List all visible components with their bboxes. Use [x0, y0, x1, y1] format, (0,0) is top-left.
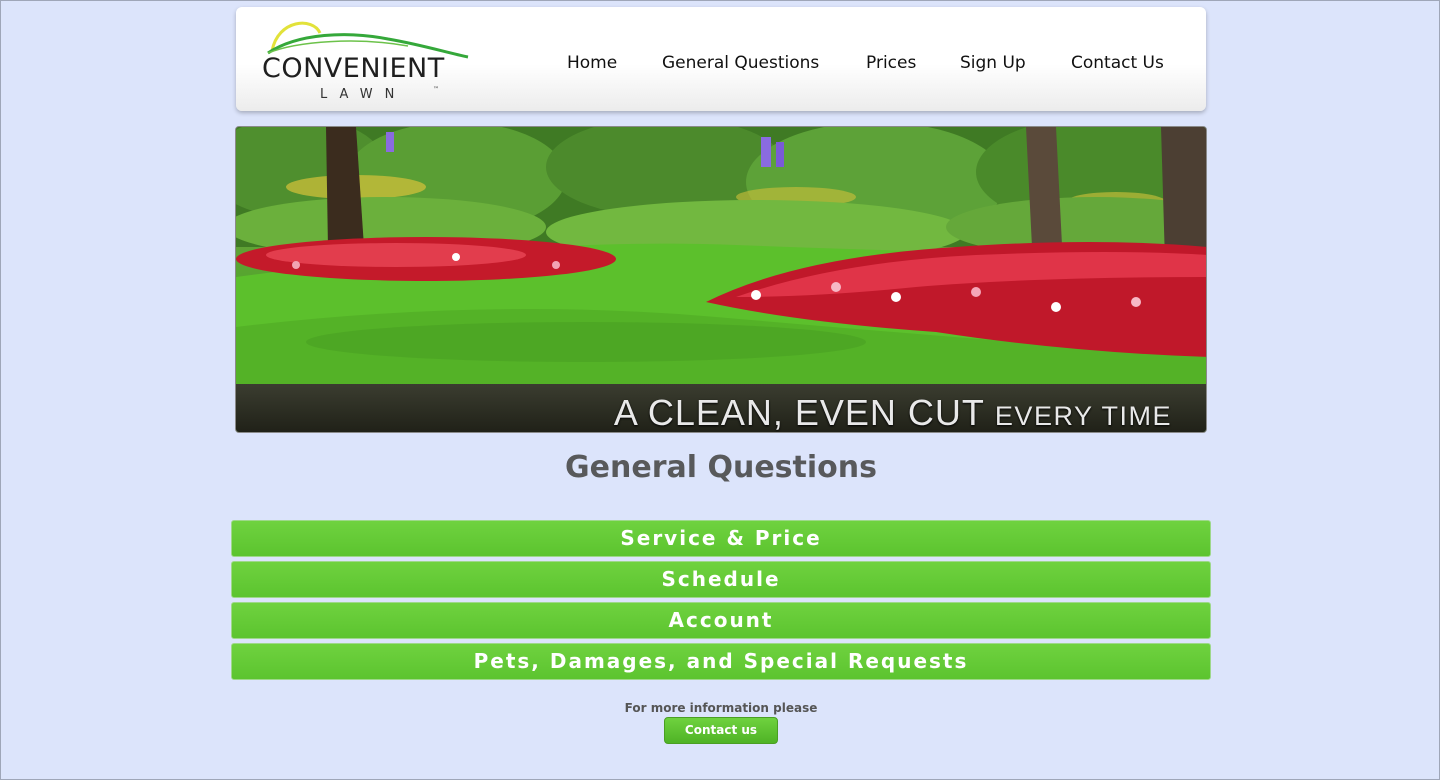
faq-section-service-price[interactable]: Service & Price [231, 520, 1211, 557]
faq-section-label: Pets, Damages, and Special Requests [473, 649, 969, 673]
faq-section-label: Account [668, 608, 774, 632]
page: CONVENIENT LAWN ™ Home General Questions… [0, 0, 1440, 780]
logo-subtitle: LAWN [320, 87, 407, 102]
faq-section-pets-damages-requests[interactable]: Pets, Damages, and Special Requests [231, 643, 1211, 680]
nav-sign-up[interactable]: Sign Up [960, 53, 1026, 73]
more-info-text: For more information please [624, 701, 818, 715]
nav-prices[interactable]: Prices [866, 53, 916, 73]
hero-tagline-tail: EVERY TIME [994, 401, 1172, 431]
faq-accordion: Service & Price Schedule Account Pets, D… [231, 520, 1211, 684]
main-nav: Home General Questions Prices Sign Up Co… [236, 53, 1206, 77]
contact-us-button[interactable]: Contact us [664, 717, 778, 744]
faq-section-label: Service & Price [620, 526, 822, 550]
faq-section-label: Schedule [661, 567, 781, 591]
faq-section-account[interactable]: Account [231, 602, 1211, 639]
hero-tagline: A CLEAN, EVEN CUT EVERY TIME [613, 392, 1172, 433]
logo-trademark: ™ [433, 86, 439, 93]
page-title: General Questions [565, 450, 877, 485]
nav-home[interactable]: Home [567, 53, 617, 73]
nav-general-questions[interactable]: General Questions [662, 53, 819, 73]
hero-banner: A CLEAN, EVEN CUT EVERY TIME [235, 126, 1207, 433]
site-header: CONVENIENT LAWN ™ Home General Questions… [236, 7, 1206, 111]
hero-tagline-main: A CLEAN, EVEN CUT [613, 392, 985, 433]
garden-lawn-photo [236, 127, 1206, 384]
nav-contact-us[interactable]: Contact Us [1071, 53, 1164, 73]
faq-section-schedule[interactable]: Schedule [231, 561, 1211, 598]
